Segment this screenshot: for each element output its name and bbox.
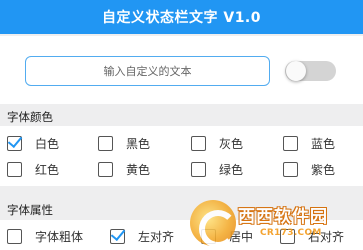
attr-center-checkbox[interactable] [201,228,216,244]
color-blue-checkbox[interactable] [283,135,298,151]
color-blue-label: 蓝色 [311,136,336,151]
input-card [0,36,363,104]
attr-bold-label: 字体粗体 [35,229,84,244]
color-purple-label: 紫色 [311,162,336,177]
color-green-label: 绿色 [219,162,244,177]
color-gray-label: 灰色 [219,136,244,151]
title-bar: 自定义状态栏文字 V1.0 [0,0,363,34]
color-black-checkbox[interactable] [98,135,113,151]
color-green-checkbox[interactable] [191,161,206,177]
attr-option-align-left[interactable]: 左对齐 [110,228,174,244]
color-white-checkbox[interactable] [7,135,22,151]
color-red-checkbox[interactable] [7,161,22,177]
font-color-options: 白色 黑色 灰色 蓝色 红色 黄色 绿色 紫色 [0,126,363,186]
enable-toggle[interactable] [285,61,336,81]
color-option-green[interactable]: 绿色 [191,161,243,177]
color-option-red[interactable]: 红色 [7,161,59,177]
color-option-blue[interactable]: 蓝色 [283,135,335,151]
attr-align-right-label: 右对齐 [308,229,345,244]
toggle-knob[interactable] [286,61,306,81]
attr-align-left-checkbox[interactable] [110,228,125,244]
color-red-label: 红色 [35,162,60,177]
attr-option-bold[interactable]: 字体粗体 [7,228,83,244]
color-gray-checkbox[interactable] [191,135,206,151]
color-black-label: 黑色 [126,136,151,151]
attr-align-right-checkbox[interactable] [280,228,295,244]
attr-option-align-right[interactable]: 右对齐 [280,228,344,244]
color-yellow-label: 黄色 [126,162,151,177]
color-purple-checkbox[interactable] [283,161,298,177]
color-option-yellow[interactable]: 黄色 [98,161,150,177]
font-attr-header: 字体属性 [7,203,53,217]
color-white-label: 白色 [35,136,60,151]
attr-option-center[interactable]: 居中 [201,228,253,244]
app-title: 自定义状态栏文字 V1.0 [101,10,261,26]
color-yellow-checkbox[interactable] [98,161,113,177]
color-option-black[interactable]: 黑色 [98,135,150,151]
color-option-gray[interactable]: 灰色 [191,135,243,151]
color-option-purple[interactable]: 紫色 [283,161,335,177]
custom-text-input[interactable] [25,56,270,86]
attr-center-label: 居中 [229,229,254,244]
attr-bold-checkbox[interactable] [7,228,22,244]
attr-align-left-label: 左对齐 [138,229,175,244]
color-option-white[interactable]: 白色 [7,135,59,151]
font-attr-options: 字体粗体 左对齐 居中 右对齐 [0,220,363,250]
font-color-header: 字体颜色 [7,110,53,124]
